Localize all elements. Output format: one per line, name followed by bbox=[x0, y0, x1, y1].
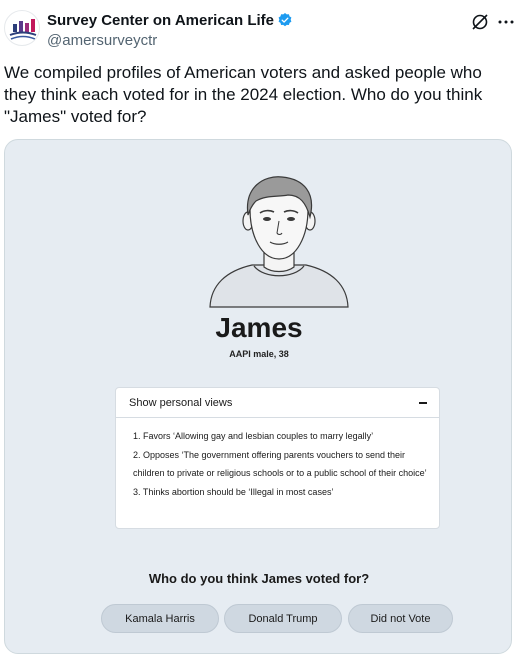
vote-question: Who do you think James voted for? bbox=[148, 571, 370, 586]
survey-center-logo-icon bbox=[9, 19, 37, 40]
profile-demographics: AAPI male, 38 bbox=[229, 349, 289, 359]
vote-option-did-not-vote-button[interactable]: Did not Vote bbox=[348, 604, 453, 633]
author-name[interactable]: Survey Center on American Life bbox=[47, 12, 293, 29]
view-item: 1. Favors ‘Allowing gay and lesbian coup… bbox=[133, 431, 374, 441]
james-portrait-illustration bbox=[209, 176, 349, 308]
vote-option-trump-button[interactable]: Donald Trump bbox=[224, 604, 342, 633]
vote-option-harris-button[interactable]: Kamala Harris bbox=[101, 604, 219, 633]
profile-name: James bbox=[215, 312, 303, 343]
personal-views-title: Show personal views bbox=[129, 397, 233, 409]
collapse-minus-icon[interactable] bbox=[419, 402, 427, 404]
verified-badge-icon bbox=[278, 13, 292, 27]
tweet-header: Survey Center on American Life @amersurv… bbox=[0, 0, 525, 56]
grok-icon[interactable] bbox=[470, 12, 490, 32]
view-item: 2. Opposes ‘The government offering pare… bbox=[133, 449, 427, 479]
view-item: 3. Thinks abortion should be ‘Illegal in… bbox=[133, 486, 334, 497]
personal-views-list: 1. Favors ‘Allowing gay and lesbian coup… bbox=[133, 427, 428, 501]
author-avatar[interactable] bbox=[4, 10, 40, 46]
personal-views-toggle[interactable]: Show personal views bbox=[116, 388, 439, 418]
author-handle[interactable]: @amersurveyctr bbox=[47, 32, 157, 49]
author-name-text: Survey Center on American Life bbox=[47, 12, 275, 29]
more-options-icon[interactable] bbox=[496, 12, 516, 32]
personal-views-panel: Show personal views 1. Favors ‘Allowing … bbox=[115, 387, 440, 529]
survey-image-card[interactable]: James AAPI male, 38 Show personal views … bbox=[4, 139, 512, 654]
tweet-text: We compiled profiles of American voters … bbox=[4, 63, 483, 126]
